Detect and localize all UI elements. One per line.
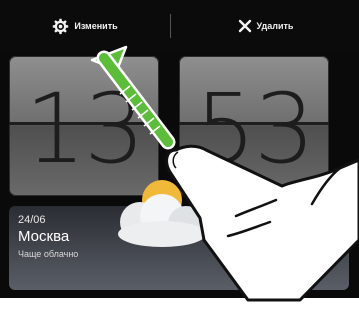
drag-arrow-icon xyxy=(90,45,176,150)
hand-pointer-icon xyxy=(165,144,359,302)
gesture-overlay xyxy=(90,45,359,302)
